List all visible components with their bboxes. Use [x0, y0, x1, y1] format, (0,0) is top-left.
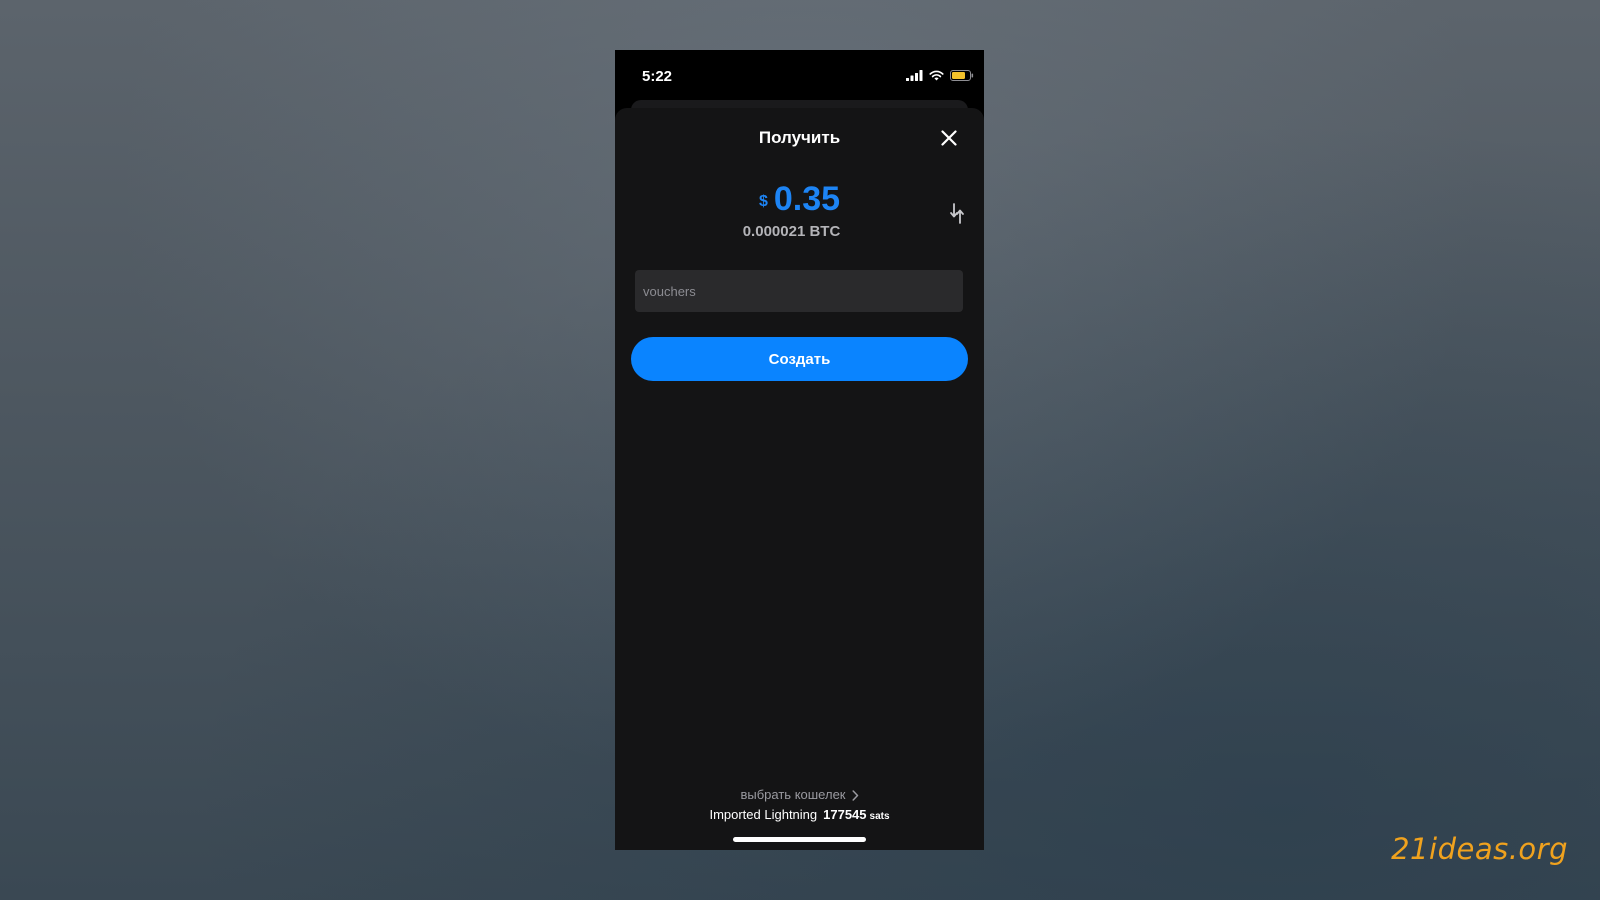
status-bar: 5:22 — [615, 50, 984, 100]
amount-display[interactable]: $0.35 — [615, 180, 984, 219]
btc-equivalent: 0.000021 BTC — [742, 223, 841, 240]
site-watermark: 21ideas.org — [1391, 832, 1568, 866]
swap-units-button[interactable] — [946, 202, 968, 226]
close-button[interactable] — [937, 126, 961, 150]
amount-value: 0.35 — [773, 180, 841, 218]
chevron-right-icon — [851, 790, 858, 801]
battery-icon — [950, 70, 974, 81]
status-time: 5:22 — [642, 68, 673, 85]
wallet-balance: 177545 — [823, 807, 867, 822]
receive-sheet — [615, 108, 984, 850]
wallet-balance-unit: sats — [869, 811, 890, 822]
close-icon — [941, 130, 957, 146]
wifi-icon — [929, 70, 944, 81]
status-icons — [906, 70, 974, 81]
currency-symbol: $ — [758, 193, 768, 210]
swap-units-icon — [950, 203, 964, 224]
cellular-signal-icon — [906, 70, 923, 81]
memo-input[interactable] — [635, 270, 963, 312]
home-indicator[interactable] — [733, 837, 866, 842]
sheet-title: Получить — [758, 128, 841, 147]
wallet-info: Imported Lightning 177545 sats — [615, 807, 984, 822]
wallet-name: Imported Lightning — [709, 807, 818, 822]
create-button[interactable]: Создать — [631, 337, 968, 381]
select-wallet-link[interactable]: выбрать кошелек — [615, 787, 984, 802]
phone-screen: 5:22 Получить $ 0.35 0.000021 BTC vouche… — [615, 50, 984, 850]
select-wallet-label: выбрать кошелек — [740, 787, 846, 802]
